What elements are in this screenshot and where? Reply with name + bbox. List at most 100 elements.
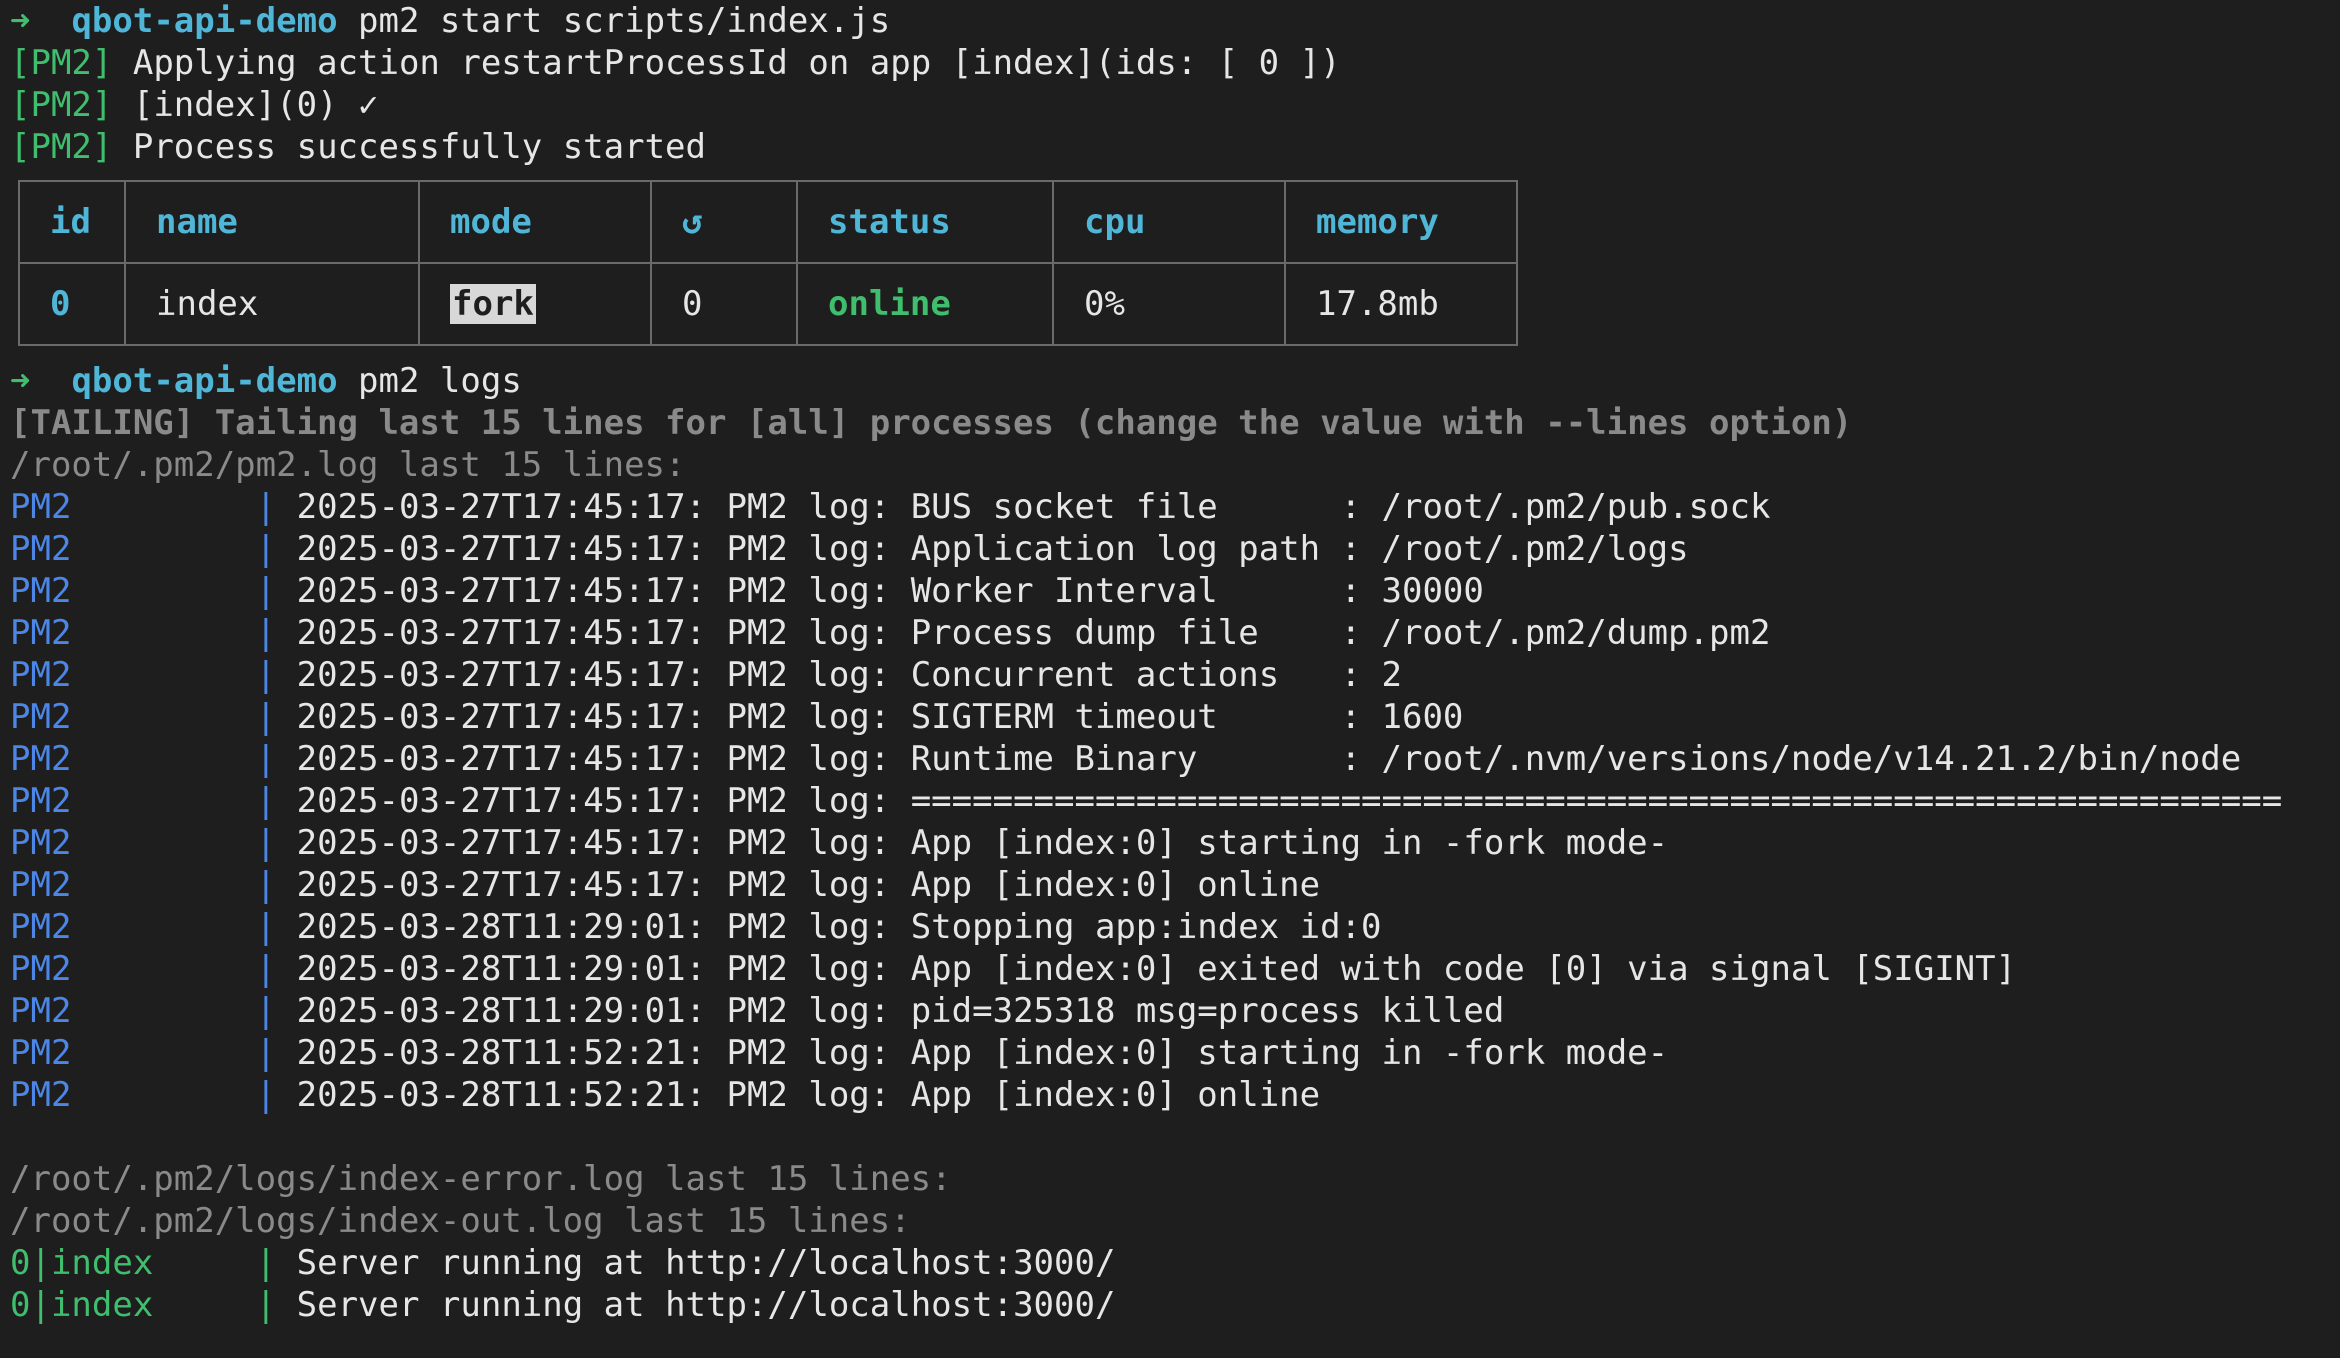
column-header-status: status	[796, 180, 1054, 264]
log-separator: |	[255, 571, 277, 611]
list-item: PM2 | 2025-03-27T17:45:17: PM2 log: Conc…	[10, 654, 2340, 696]
list-item: 0|index | Server running at http://local…	[10, 1242, 2340, 1284]
log-line-text: 2025-03-27T17:45:17: PM2 log: BUS socket…	[296, 487, 1771, 527]
column-header-memory: memory	[1284, 180, 1518, 264]
list-item: PM2 | 2025-03-27T17:45:17: PM2 log: Appl…	[10, 528, 2340, 570]
pm2-tag: [PM2]	[10, 127, 113, 167]
pm2-output-text: [index](0) ✓	[132, 85, 379, 125]
log-line-text: 2025-03-28T11:29:01: PM2 log: App [index…	[296, 949, 2017, 989]
cell-cpu: 0%	[1052, 262, 1286, 346]
tailing-notice: [TAILING] Tailing last 15 lines for [all…	[10, 403, 1853, 443]
pm2-output-line: [PM2] Applying action restartProcessId o…	[10, 42, 2340, 84]
log-line-text: 2025-03-27T17:45:17: PM2 log: Worker Int…	[296, 571, 1484, 611]
mode-badge: fork	[450, 284, 536, 324]
list-item: 0|index | Server running at http://local…	[10, 1284, 2340, 1326]
log-separator: |	[255, 907, 277, 947]
terminal-window[interactable]: ➜ qbot-api-demo pm2 start scripts/index.…	[10, 0, 2340, 1326]
column-header-name: name	[124, 180, 420, 264]
pm2-source-label: PM2	[10, 487, 72, 527]
log-separator: |	[255, 1033, 277, 1073]
pm2-log-lines: PM2 | 2025-03-27T17:45:17: PM2 log: BUS …	[10, 486, 2340, 1116]
list-item: PM2 | 2025-03-27T17:45:17: PM2 log: App …	[10, 864, 2340, 906]
log-line-text: 2025-03-28T11:52:21: PM2 log: App [index…	[296, 1033, 1669, 1073]
log-separator: |	[255, 1243, 277, 1283]
log-line-text: 2025-03-27T17:45:17: PM2 log: Applicatio…	[296, 529, 1689, 569]
table-header-row: id name mode ↺ status cpu memory	[18, 180, 1518, 264]
log-separator: |	[255, 781, 277, 821]
pm2-source-label: PM2	[10, 697, 72, 737]
log-line-text: 2025-03-28T11:29:01: PM2 log: pid=325318…	[296, 991, 1505, 1031]
log-separator: |	[255, 655, 277, 695]
command-line-start: ➜ qbot-api-demo pm2 start scripts/index.…	[10, 0, 2340, 42]
list-item: PM2 | 2025-03-27T17:45:17: PM2 log: App …	[10, 822, 2340, 864]
list-item: PM2 | 2025-03-27T17:45:17: PM2 log: Proc…	[10, 612, 2340, 654]
prompt-directory: qbot-api-demo	[71, 361, 338, 401]
log-line-text: 2025-03-27T17:45:17: PM2 log: ==========…	[296, 781, 2283, 821]
process-source-label: 0|index	[10, 1285, 154, 1325]
log-separator: |	[255, 865, 277, 905]
pm2-source-label: PM2	[10, 739, 72, 779]
log-line-text: Server running at http://localhost:3000/	[296, 1243, 1116, 1283]
process-table: id name mode ↺ status cpu memory 0 index…	[18, 180, 1518, 346]
process-table-wrapper: id name mode ↺ status cpu memory 0 index…	[18, 180, 2340, 346]
pm2-source-label: PM2	[10, 865, 72, 905]
log-separator: |	[255, 613, 277, 653]
cell-mode: fork	[418, 262, 652, 346]
log-separator: |	[255, 697, 277, 737]
log-separator: |	[255, 1075, 277, 1115]
pm2-tag: [PM2]	[10, 85, 113, 125]
pm2-source-label: PM2	[10, 823, 72, 863]
cell-memory: 17.8mb	[1284, 262, 1518, 346]
pm2-source-label: PM2	[10, 571, 72, 611]
list-item: PM2 | 2025-03-27T17:45:17: PM2 log: Work…	[10, 570, 2340, 612]
log-separator: |	[255, 529, 277, 569]
pm2-tag: [PM2]	[10, 43, 113, 83]
cell-status: online	[796, 262, 1054, 346]
pm2-source-label: PM2	[10, 781, 72, 821]
pm2-source-label: PM2	[10, 655, 72, 695]
prompt-arrow-icon: ➜	[10, 361, 31, 401]
out-log-lines: 0|index | Server running at http://local…	[10, 1242, 2340, 1326]
pm2-output-line: [PM2] Process successfully started	[10, 126, 2340, 168]
command-line-logs: ➜ qbot-api-demo pm2 logs	[10, 360, 2340, 402]
log-separator: |	[255, 949, 277, 989]
command-text: pm2 logs	[358, 361, 522, 401]
process-source-label: 0|index	[10, 1243, 154, 1283]
column-header-cpu: cpu	[1052, 180, 1286, 264]
pm2-source-label: PM2	[10, 529, 72, 569]
log-separator: |	[255, 823, 277, 863]
log-line-text: 2025-03-27T17:45:17: PM2 log: App [index…	[296, 865, 1321, 905]
list-item: PM2 | 2025-03-28T11:52:21: PM2 log: App …	[10, 1074, 2340, 1116]
pm2-output-text: Applying action restartProcessId on app …	[132, 43, 1341, 83]
log-separator: |	[255, 1285, 277, 1325]
log-separator: |	[255, 487, 277, 527]
column-header-mode: mode	[418, 180, 652, 264]
list-item: PM2 | 2025-03-27T17:45:17: PM2 log: Runt…	[10, 738, 2340, 780]
pm2-source-label: PM2	[10, 949, 72, 989]
out-log-header: /root/.pm2/logs/index-out.log last 15 li…	[10, 1201, 911, 1241]
pm2-source-label: PM2	[10, 1033, 72, 1073]
table-row: 0 index fork 0 online 0% 17.8mb	[18, 262, 1518, 346]
pm2-source-label: PM2	[10, 1075, 72, 1115]
cell-name: index	[124, 262, 420, 346]
pm2-source-label: PM2	[10, 991, 72, 1031]
log-line-text: Server running at http://localhost:3000/	[296, 1285, 1116, 1325]
column-header-restarts-icon: ↺	[650, 180, 798, 264]
list-item: PM2 | 2025-03-27T17:45:17: PM2 log: BUS …	[10, 486, 2340, 528]
log-line-text: 2025-03-27T17:45:17: PM2 log: App [index…	[296, 823, 1669, 863]
cell-restarts: 0	[650, 262, 798, 346]
log-separator: |	[255, 739, 277, 779]
pm2-source-label: PM2	[10, 907, 72, 947]
list-item: PM2 | 2025-03-27T17:45:17: PM2 log: ====…	[10, 780, 2340, 822]
pm2-output-line: [PM2] [index](0) ✓	[10, 84, 2340, 126]
log-line-text: 2025-03-28T11:29:01: PM2 log: Stopping a…	[296, 907, 1382, 947]
log-separator: |	[255, 991, 277, 1031]
command-text: pm2 start scripts/index.js	[358, 1, 891, 41]
list-item: PM2 | 2025-03-28T11:52:21: PM2 log: App …	[10, 1032, 2340, 1074]
list-item: PM2 | 2025-03-28T11:29:01: PM2 log: pid=…	[10, 990, 2340, 1032]
list-item: PM2 | 2025-03-28T11:29:01: PM2 log: Stop…	[10, 906, 2340, 948]
log-line-text: 2025-03-28T11:52:21: PM2 log: App [index…	[296, 1075, 1321, 1115]
log-line-text: 2025-03-27T17:45:17: PM2 log: Runtime Bi…	[296, 739, 2242, 779]
prompt-directory: qbot-api-demo	[71, 1, 338, 41]
